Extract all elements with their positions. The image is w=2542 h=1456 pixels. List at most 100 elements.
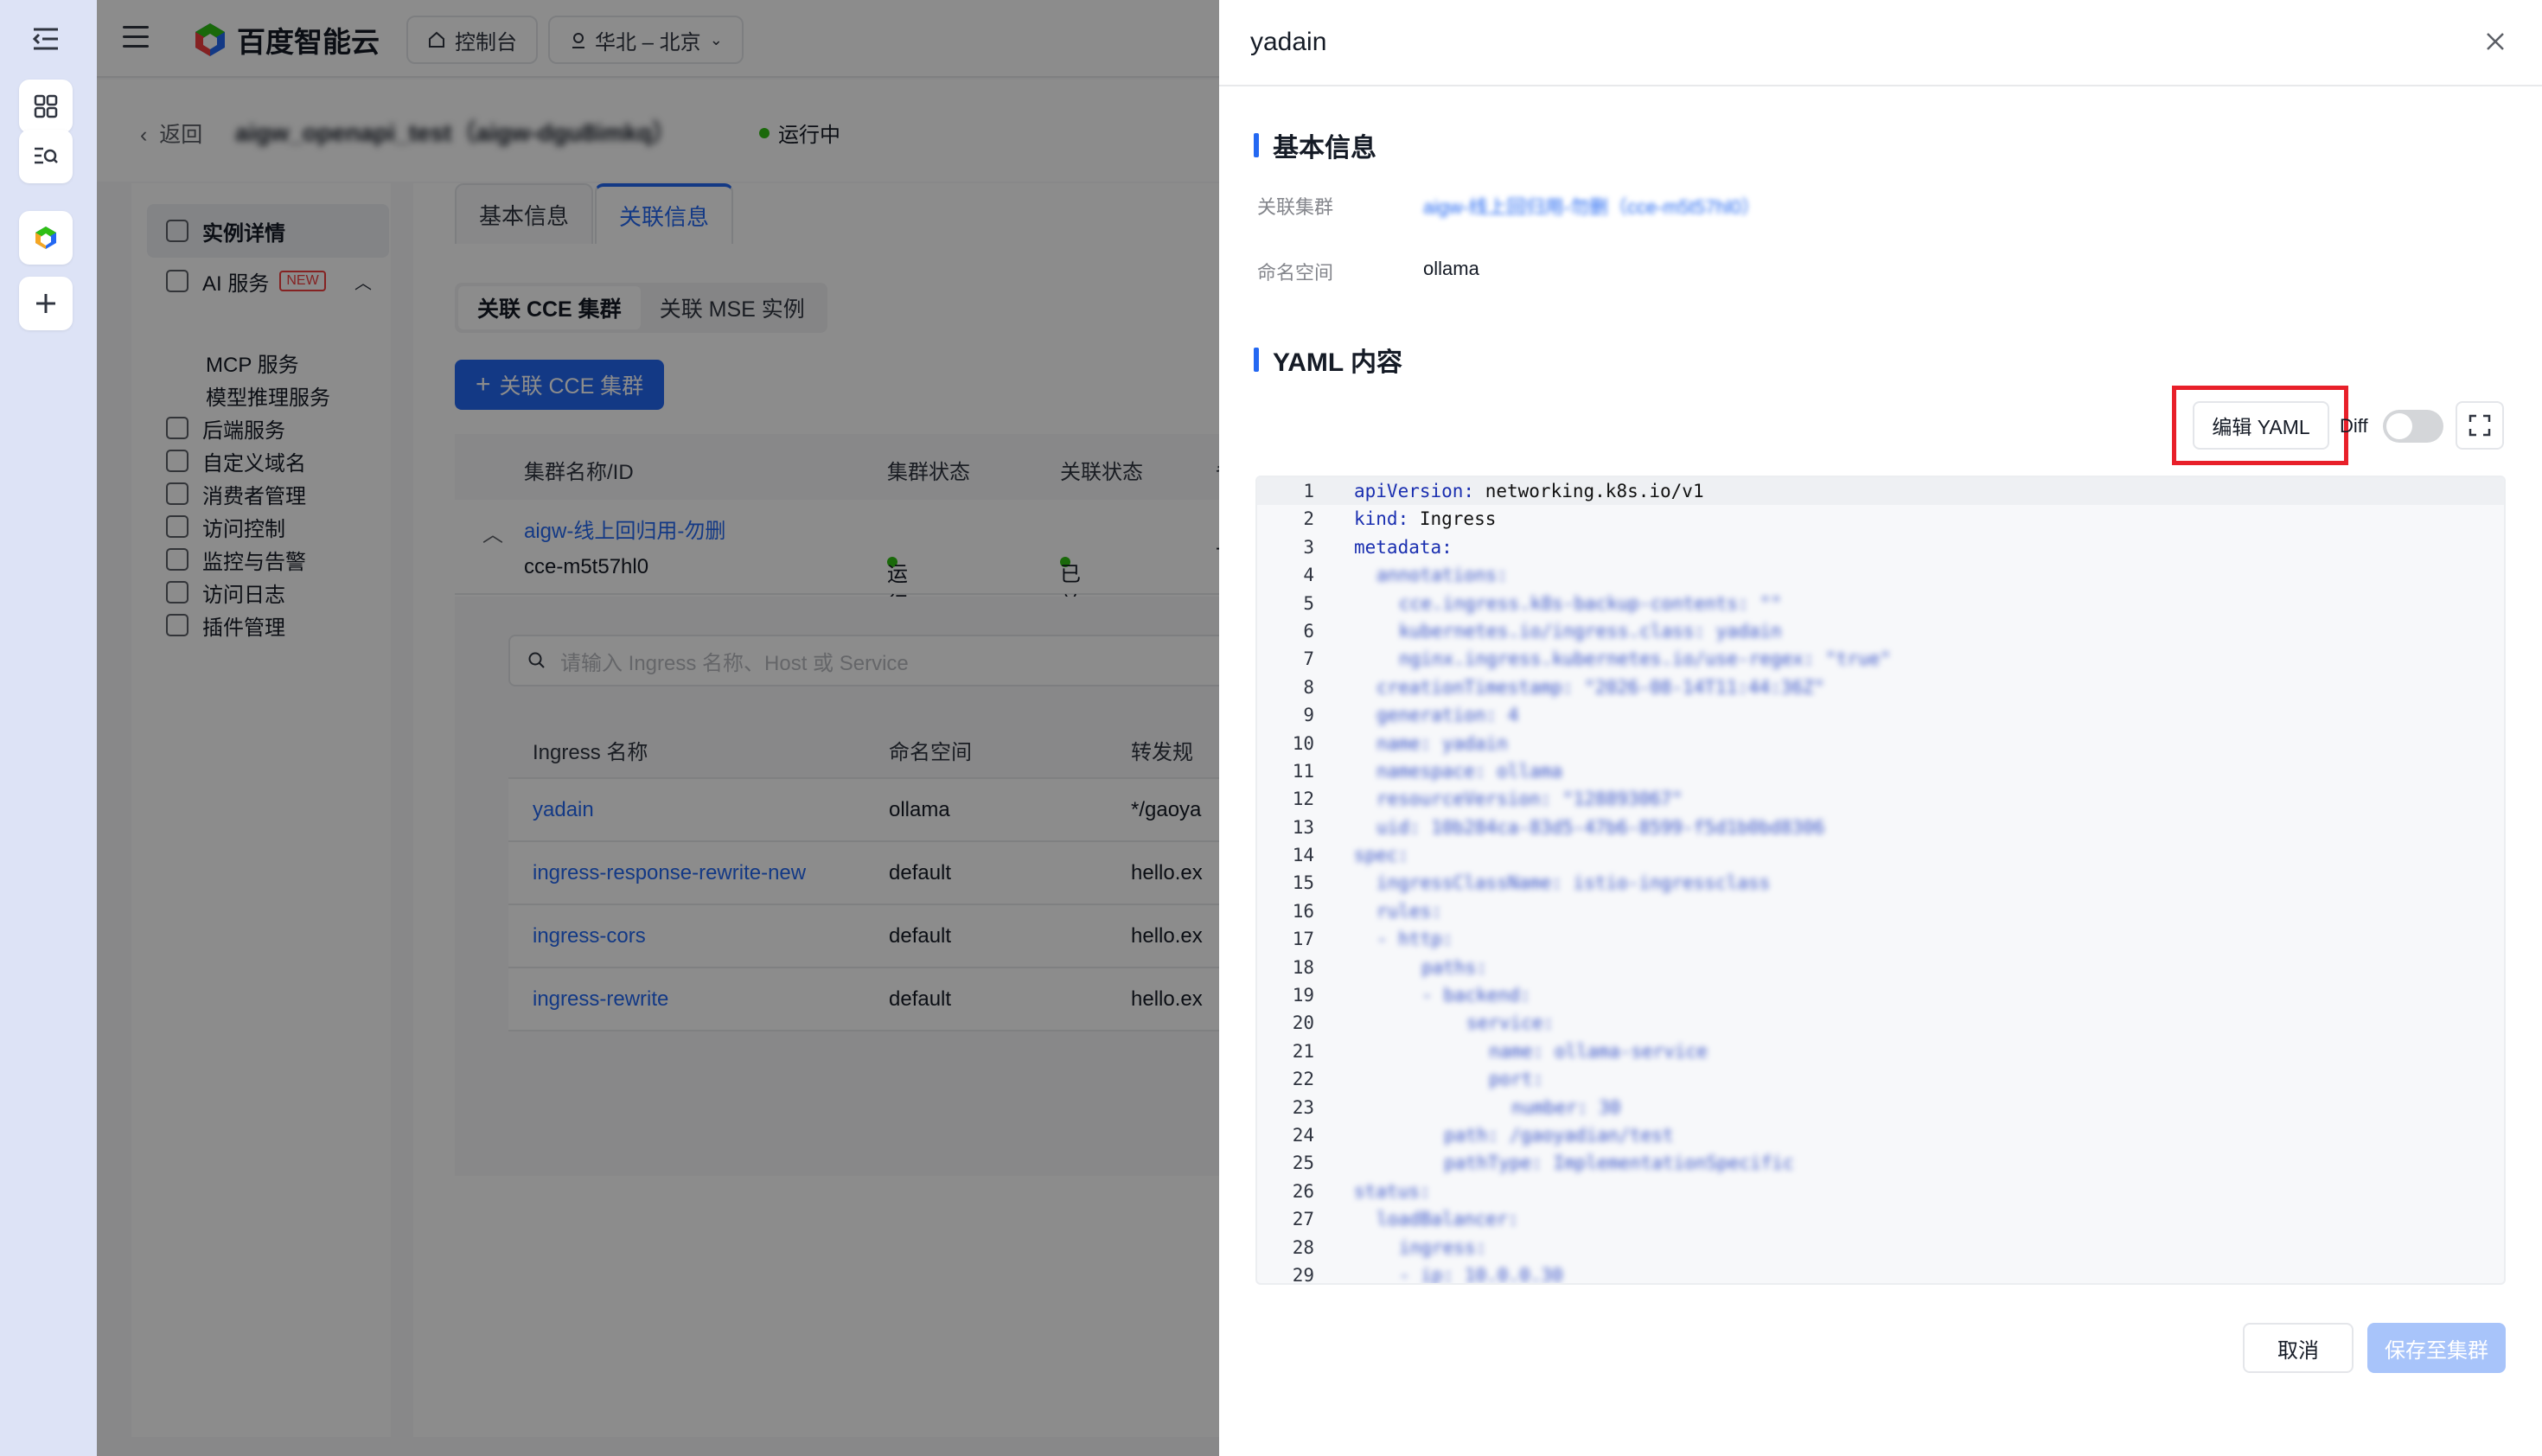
code-text: namespace: ollama bbox=[1376, 760, 1562, 782]
diff-label: Diff bbox=[2340, 415, 2368, 437]
modal-mask[interactable] bbox=[97, 0, 1316, 1456]
line-number: 16 bbox=[1292, 900, 1314, 922]
code-text: path: /gaoyadian/test bbox=[1444, 1124, 1674, 1146]
code-text: rules: bbox=[1376, 900, 1442, 922]
code-text: number: 30 bbox=[1511, 1096, 1621, 1118]
line-number: 24 bbox=[1292, 1124, 1314, 1146]
line-number: 11 bbox=[1292, 760, 1314, 782]
line-number: 1 bbox=[1303, 481, 1314, 501]
line-number: 25 bbox=[1292, 1153, 1314, 1174]
edit-yaml-button[interactable]: 编辑 YAML bbox=[2193, 401, 2329, 450]
code-text: annotations: bbox=[1376, 565, 1508, 586]
line-number: 19 bbox=[1292, 985, 1314, 1006]
close-icon[interactable] bbox=[2480, 26, 2511, 57]
code-text: port: bbox=[1489, 1069, 1544, 1090]
line-number: 6 bbox=[1303, 620, 1314, 642]
code-text: - backend: bbox=[1421, 985, 1531, 1006]
line-number: 5 bbox=[1303, 592, 1314, 614]
code-text: status: bbox=[1354, 1180, 1431, 1202]
code-text: metadata: bbox=[1354, 536, 1453, 558]
code-text: creationTimestamp: "2026-08-14T11:44:36Z… bbox=[1376, 676, 1825, 698]
line-number: 23 bbox=[1292, 1096, 1314, 1118]
code-line: 3 metadata: bbox=[1257, 533, 2504, 561]
collapse-menu-icon[interactable] bbox=[19, 12, 73, 66]
code-line: 11 namespace: ollama bbox=[1257, 757, 2504, 785]
code-text: nginx.ingress.kubernetes.io/use-regex: "… bbox=[1399, 648, 1891, 670]
search-list-icon[interactable] bbox=[19, 130, 73, 183]
code-line: 29 - ip: 10.0.0.30 bbox=[1257, 1261, 2504, 1285]
section-title-text: 基本信息 bbox=[1273, 134, 1376, 163]
code-text: service: bbox=[1466, 1012, 1555, 1034]
fullscreen-button[interactable] bbox=[2456, 401, 2504, 450]
line-number: 7 bbox=[1303, 648, 1314, 670]
line-number: 10 bbox=[1292, 732, 1314, 754]
code-text: loadBalancer: bbox=[1376, 1209, 1519, 1230]
code-line: 12 resourceVersion: "128893067" bbox=[1257, 785, 2504, 813]
line-number: 8 bbox=[1303, 676, 1314, 698]
line-number: 20 bbox=[1292, 1012, 1314, 1034]
code-line: 23 number: 30 bbox=[1257, 1094, 2504, 1121]
product-logo-icon[interactable] bbox=[19, 211, 73, 265]
yaml-drawer: yadain 基本信息 关联集群 aigw-线上回归用-勿删（cce-m5t57… bbox=[1219, 0, 2542, 1456]
code-text: generation: 4 bbox=[1376, 705, 1519, 726]
code-line: 20 service: bbox=[1257, 1009, 2504, 1037]
fullscreen-icon bbox=[2469, 414, 2491, 437]
line-number: 22 bbox=[1292, 1069, 1314, 1090]
code-line: 16 rules: bbox=[1257, 897, 2504, 925]
yaml-editor[interactable]: 1 apiVersion: networking.k8s.io/v1 2 kind: … bbox=[1255, 476, 2506, 1285]
code-text: kind: Ingress bbox=[1354, 508, 1497, 530]
code-text: spec: bbox=[1354, 845, 1409, 866]
button-label: 保存至集群 bbox=[2385, 1338, 2488, 1363]
code-text: name: ollama-service bbox=[1489, 1040, 1708, 1062]
line-number: 9 bbox=[1303, 705, 1314, 726]
button-label: 取消 bbox=[2277, 1338, 2319, 1363]
code-text: ingressClassName: istio-ingressclass bbox=[1376, 872, 1771, 894]
code-line: 5 cce.ingress.k8s-backup-contents: "" bbox=[1257, 590, 2504, 617]
save-to-cluster-button[interactable]: 保存至集群 bbox=[2367, 1323, 2506, 1373]
add-icon[interactable] bbox=[19, 277, 73, 330]
code-line: 4 annotations: bbox=[1257, 561, 2504, 589]
code-text: paths: bbox=[1421, 956, 1487, 978]
code-line: 22 port: bbox=[1257, 1065, 2504, 1093]
code-text: name: yadain bbox=[1376, 732, 1508, 754]
code-line: 9 generation: 4 bbox=[1257, 701, 2504, 729]
code-line: 15 ingressClassName: istio-ingressclass bbox=[1257, 869, 2504, 897]
line-number: 15 bbox=[1292, 872, 1314, 894]
code-line: 10 name: yadain bbox=[1257, 730, 2504, 757]
cancel-button[interactable]: 取消 bbox=[2243, 1323, 2354, 1373]
line-number: 12 bbox=[1292, 789, 1314, 810]
diff-toggle[interactable] bbox=[2383, 410, 2443, 443]
button-label: 编辑 YAML bbox=[2212, 416, 2310, 438]
grid-apps-icon[interactable] bbox=[19, 80, 73, 133]
line-number: 26 bbox=[1292, 1180, 1314, 1202]
code-line: 8 creationTimestamp: "2026-08-14T11:44:36… bbox=[1257, 674, 2504, 701]
section-title-basic: 基本信息 bbox=[1254, 126, 1376, 164]
line-number: 14 bbox=[1292, 845, 1314, 866]
line-number: 21 bbox=[1292, 1040, 1314, 1062]
left-rail bbox=[0, 0, 97, 1456]
code-line: 18 paths: bbox=[1257, 954, 2504, 981]
namespace-label: 命名空间 bbox=[1257, 262, 1334, 284]
line-number: 18 bbox=[1292, 956, 1314, 978]
code-line: 28 ingress: bbox=[1257, 1234, 2504, 1261]
code-line: 26 status: bbox=[1257, 1178, 2504, 1205]
code-line: 14 spec: bbox=[1257, 841, 2504, 869]
code-text: cce.ingress.k8s-backup-contents: "" bbox=[1399, 592, 1782, 614]
code-text: pathType: ImplementationSpecific bbox=[1444, 1153, 1794, 1174]
line-number: 29 bbox=[1292, 1264, 1314, 1285]
code-line: 2 kind: Ingress bbox=[1257, 505, 2504, 533]
code-text: ingress: bbox=[1399, 1236, 1487, 1258]
cluster-value[interactable]: aigw-线上回归用-勿删（cce-m5t57hl0） bbox=[1423, 192, 1760, 220]
line-number: 3 bbox=[1303, 536, 1314, 558]
line-number: 27 bbox=[1292, 1209, 1314, 1230]
code-line: 1 apiVersion: networking.k8s.io/v1 bbox=[1257, 477, 2504, 506]
drawer-header: yadain bbox=[1219, 0, 2542, 86]
code-line: 21 name: ollama-service bbox=[1257, 1038, 2504, 1065]
code-text: apiVersion: networking.k8s.io/v1 bbox=[1354, 481, 1704, 501]
cluster-label: 关联集群 bbox=[1257, 196, 1334, 218]
code-line: 7 nginx.ingress.kubernetes.io/use-regex: … bbox=[1257, 645, 2504, 673]
section-title-text: YAML 内容 bbox=[1273, 348, 1403, 377]
drawer-title: yadain bbox=[1250, 28, 1327, 56]
code-line: 27 loadBalancer: bbox=[1257, 1205, 2504, 1233]
line-number: 17 bbox=[1292, 929, 1314, 950]
